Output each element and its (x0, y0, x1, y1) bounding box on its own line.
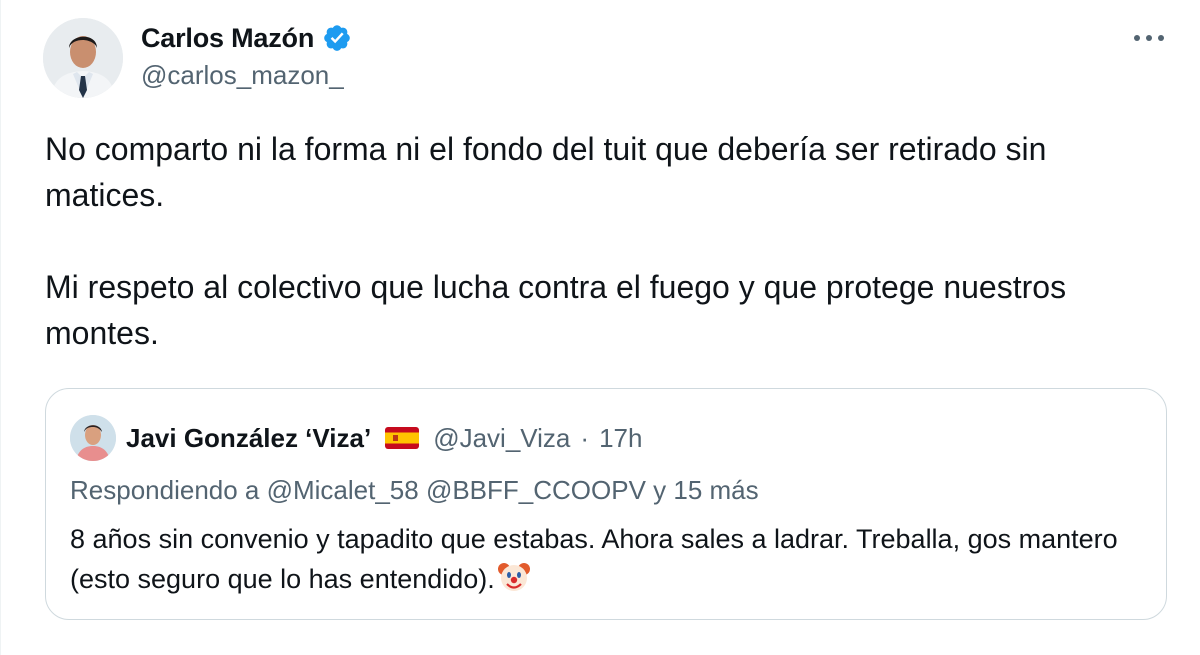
author-name[interactable]: Carlos Mazón (141, 23, 314, 54)
quoted-tweet-time[interactable]: 17h (599, 423, 642, 454)
quoted-author-handle[interactable]: @Javi_Viza (433, 423, 570, 454)
quoted-tweet[interactable]: Javi González ‘Viza’ @Javi_Viza · 17h Re… (45, 388, 1167, 620)
replying-to: Respondiendo a @Micalet_58 @BBFF_CCOOPV … (70, 475, 759, 505)
author-avatar[interactable] (43, 18, 123, 98)
tweet-paragraph: No comparto ni la forma ni el fondo del … (45, 131, 1047, 213)
more-options-button[interactable] (1127, 22, 1171, 54)
quoted-author-name[interactable]: Javi González ‘Viza’ (126, 423, 371, 454)
author-name-row: Carlos Mazón (141, 20, 352, 56)
quoted-tweet-text: 8 años sin convenio y tapadito que estab… (70, 524, 1118, 594)
tweet-paragraph: Mi respeto al colectivo que lucha contra… (45, 269, 1067, 351)
tweet-card: Carlos Mazón @carlos_mazon_ No comparto … (0, 0, 1200, 655)
quoted-tweet-text-block: 8 años sin convenio y tapadito que estab… (70, 519, 1150, 599)
more-horizontal-icon (1134, 35, 1164, 41)
clown-face-icon (497, 560, 531, 594)
tweet-text: No comparto ni la forma ni el fondo del … (45, 126, 1165, 356)
spain-flag-icon (385, 427, 420, 449)
person-avatar-icon (70, 415, 116, 461)
separator-dot: · (580, 422, 590, 453)
quoted-author-avatar[interactable] (70, 415, 116, 461)
person-avatar-icon (43, 18, 123, 98)
quoted-tweet-header: Javi González ‘Viza’ @Javi_Viza · 17h (70, 415, 642, 461)
author-handle[interactable]: @carlos_mazon_ (141, 60, 344, 91)
verified-badge-icon (322, 23, 352, 53)
